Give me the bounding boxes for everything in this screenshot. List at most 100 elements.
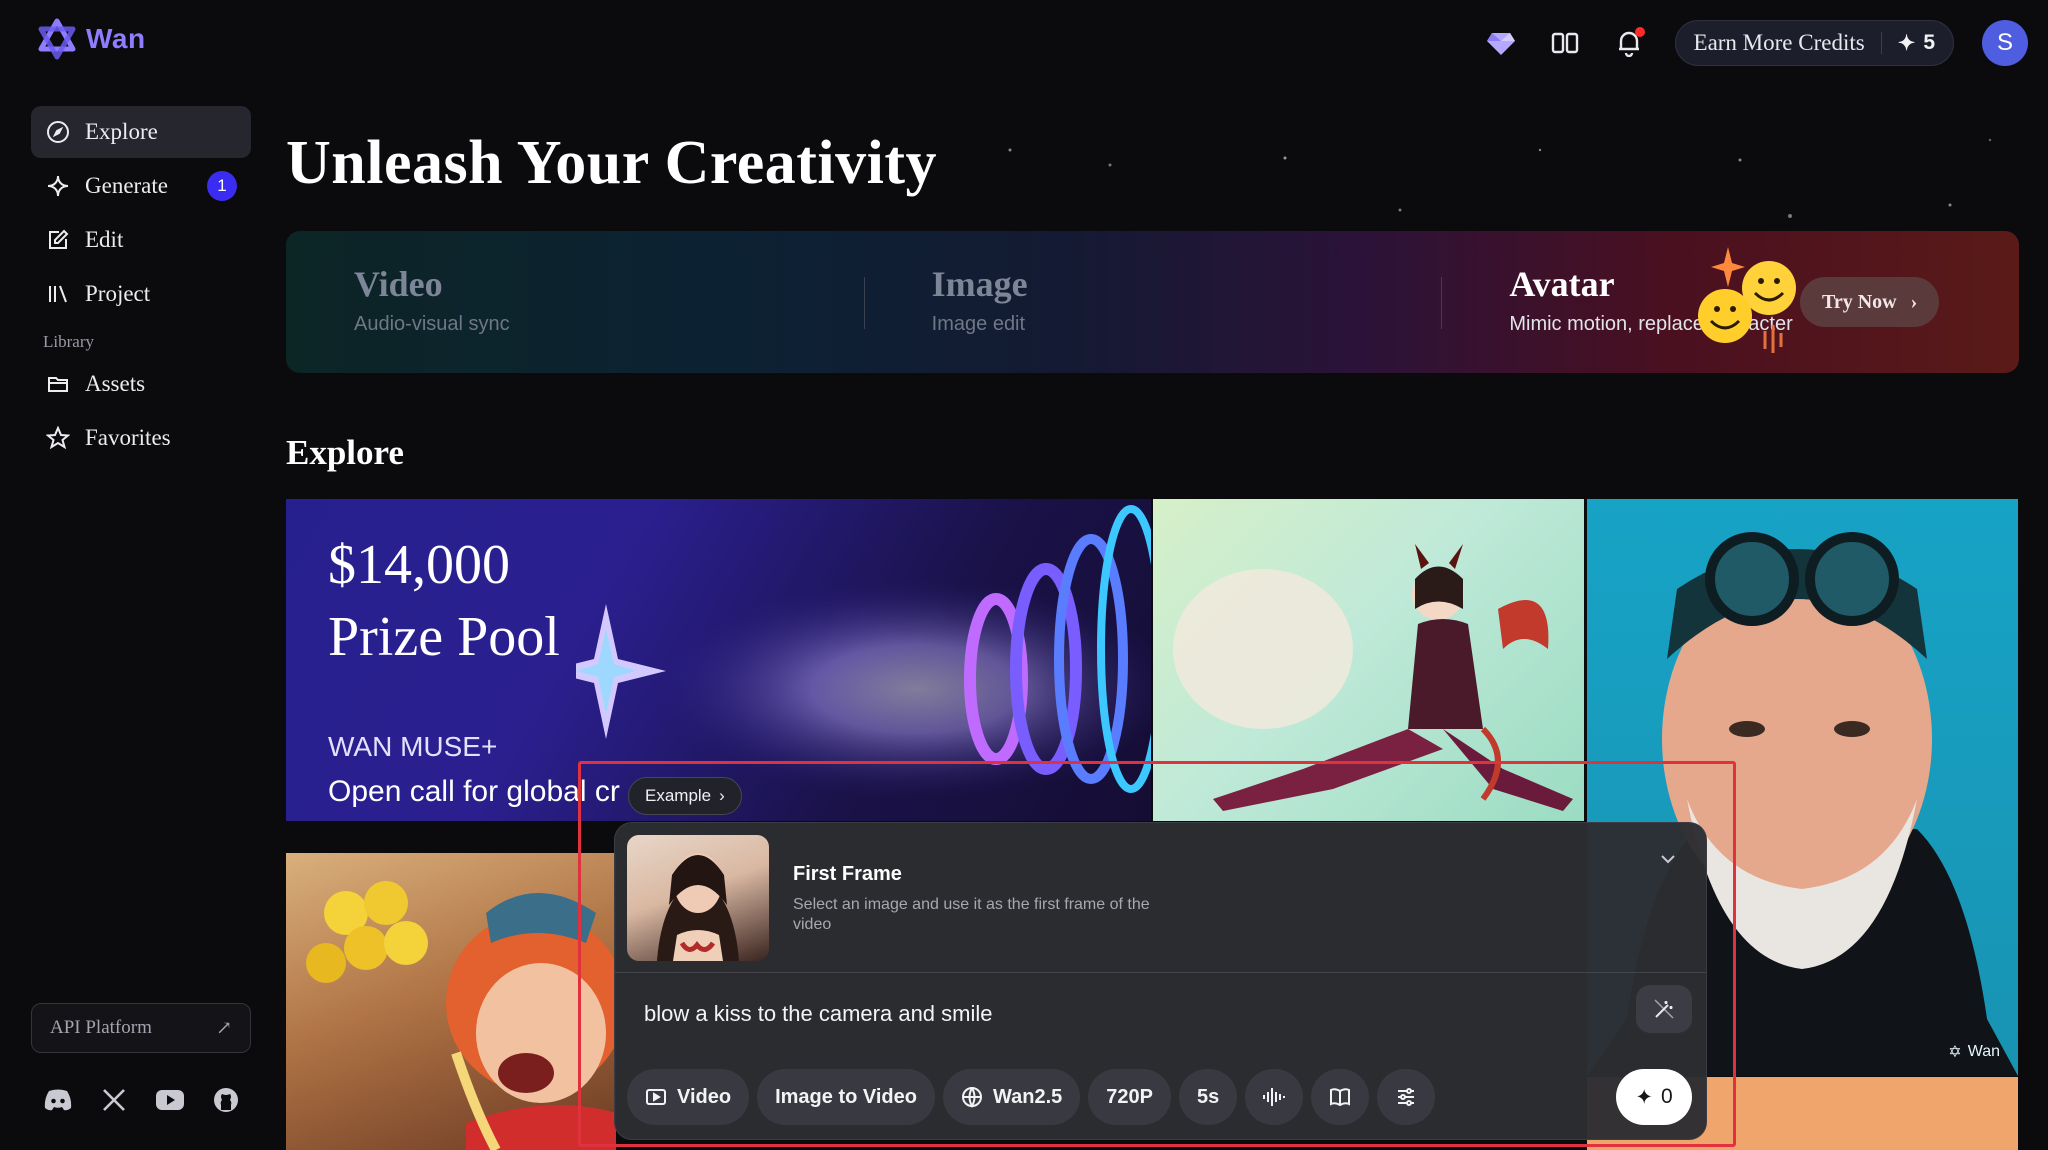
external-link-icon: ↗: [216, 1017, 232, 1039]
logo[interactable]: Wan: [36, 18, 146, 60]
sidebar: Explore Generate 1 Edit Project Library …: [31, 106, 251, 466]
watermark-text: Wan: [1967, 1043, 2000, 1060]
feature-title: Image: [931, 264, 1028, 304]
earn-credits-button[interactable]: Earn More Credits ✦ 5: [1674, 20, 1954, 66]
chevron-right-icon: ›: [719, 786, 725, 805]
sidebar-item-project[interactable]: Project: [31, 268, 251, 320]
prompt-guide-button[interactable]: [1311, 1069, 1370, 1125]
edit-icon: [45, 227, 71, 253]
prompt-panel: First Frame Select an image and use it a…: [614, 822, 1707, 1140]
prize-pool-label: Prize Pool: [328, 606, 560, 668]
model-label: Wan2.5: [992, 1085, 1063, 1108]
wan-watermark: ✡ Wan: [1948, 1042, 2000, 1062]
x-icon[interactable]: [98, 1084, 130, 1116]
smiley-emoji-decoration: [1698, 247, 1796, 353]
wan-gem-icon[interactable]: [1483, 25, 1519, 61]
wan-logo-icon: [38, 18, 76, 60]
github-icon[interactable]: [210, 1084, 242, 1116]
sidebar-item-label: Edit: [85, 227, 124, 252]
sidebar-item-generate[interactable]: Generate 1: [31, 160, 251, 212]
social-links: [42, 1084, 242, 1116]
resolution-label: 720P: [1106, 1085, 1153, 1108]
sidebar-item-label: Assets: [85, 371, 146, 396]
sidebar-item-label: Project: [85, 281, 151, 306]
gallery-tile-cartoon-boy[interactable]: [286, 853, 616, 1150]
example-label: Example: [645, 786, 712, 805]
prize-text: $14,000 Prize Pool: [328, 533, 560, 669]
model-selector[interactable]: Wan2.5: [942, 1069, 1081, 1125]
portrait-woman-image: [657, 853, 739, 961]
mode-label: Video: [677, 1085, 732, 1108]
sparkle-icon: ✦: [1635, 1085, 1653, 1109]
generate-count-badge: 1: [207, 171, 237, 201]
cartoon-boy-image: [306, 881, 616, 1150]
earn-credits-label: Earn More Credits: [1693, 30, 1865, 55]
user-avatar[interactable]: S: [1982, 20, 2028, 66]
promo-tile[interactable]: $14,000 Prize Pool WAN MUSE+ Open call f…: [286, 499, 1151, 821]
app-name: Wan: [86, 23, 146, 54]
youtube-icon[interactable]: [154, 1084, 186, 1116]
discord-icon[interactable]: [42, 1084, 74, 1116]
sidebar-item-explore[interactable]: Explore: [31, 106, 251, 158]
top-bar-actions: Earn More Credits ✦ 5 S: [1483, 20, 2028, 66]
sidebar-item-assets[interactable]: Assets: [31, 358, 251, 410]
feature-subtitle: Image edit: [931, 313, 1026, 335]
mode-selector[interactable]: Video: [627, 1069, 750, 1125]
enhance-prompt-button[interactable]: [1636, 985, 1692, 1033]
task-label: Image to Video: [775, 1085, 917, 1108]
feature-image[interactable]: Image Image edit: [863, 231, 1442, 373]
folder-icon: [45, 371, 71, 397]
wan-logo-icon: ✡: [1948, 1044, 1962, 1061]
bell-icon[interactable]: [1611, 25, 1647, 61]
magic-wand-icon: [1654, 999, 1674, 1019]
feature-subtitle: Audio-visual sync: [354, 313, 510, 335]
library-section-label: Library: [43, 332, 94, 351]
compass-icon: [45, 119, 71, 145]
prompt-toolbar: Video Image to Video Wan2.5 720P 5s: [627, 1069, 1436, 1125]
globe-icon: [961, 1087, 982, 1108]
sidebar-item-label: Explore: [85, 119, 158, 144]
glowing-rings-graphic: [576, 505, 1151, 799]
open-book-icon: [1330, 1088, 1351, 1107]
devil-illustration-image: [1173, 544, 1573, 811]
waveform-icon: [1263, 1088, 1286, 1106]
first-frame-description: Select an image and use it as the first …: [793, 896, 1150, 933]
audio-button[interactable]: [1245, 1069, 1304, 1125]
duration-selector[interactable]: 5s: [1178, 1069, 1238, 1125]
chevron-down-icon[interactable]: [1660, 851, 1676, 869]
prize-amount: $14,000: [328, 534, 510, 596]
try-now-button[interactable]: Try Now ›: [1800, 277, 1940, 327]
library-icon: [45, 281, 71, 307]
task-selector[interactable]: Image to Video: [757, 1069, 935, 1125]
example-button[interactable]: Example ›: [628, 777, 742, 815]
video-icon: [646, 1089, 666, 1105]
book-icon[interactable]: [1547, 25, 1583, 61]
prompt-input[interactable]: blow a kiss to the camera and smile: [644, 1001, 993, 1027]
api-platform-button[interactable]: API Platform ↗: [31, 1003, 251, 1053]
settings-sliders-icon: [1398, 1088, 1415, 1106]
sidebar-item-favorites[interactable]: Favorites: [31, 412, 251, 464]
generate-button[interactable]: ✦ 0: [1616, 1069, 1692, 1125]
divider: [1880, 32, 1882, 54]
resolution-selector[interactable]: 720P: [1088, 1069, 1171, 1125]
sidebar-item-label: Generate: [85, 173, 168, 198]
star-icon: [45, 425, 71, 451]
event-name: WAN MUSE+: [328, 731, 498, 762]
api-platform-label: API Platform: [50, 1017, 152, 1038]
chevron-right-icon: ›: [1910, 290, 1918, 313]
try-now-label: Try Now: [1822, 290, 1897, 313]
settings-button[interactable]: [1377, 1069, 1436, 1125]
first-frame-title: First Frame: [793, 863, 902, 885]
generate-cost: 0: [1660, 1085, 1673, 1108]
sidebar-item-edit[interactable]: Edit: [31, 214, 251, 266]
sidebar-item-label: Favorites: [85, 425, 171, 450]
notification-dot: [1634, 27, 1645, 37]
page-title: Unleash Your Creativity: [286, 129, 938, 197]
feature-video[interactable]: Video Audio-visual sync: [286, 231, 864, 373]
starfield-decoration: [1008, 138, 1992, 218]
duration-label: 5s: [1196, 1085, 1220, 1108]
first-frame-thumbnail[interactable]: [627, 835, 769, 961]
first-frame-section[interactable]: First Frame Select an image and use it a…: [615, 823, 1706, 973]
explore-heading: Explore: [286, 433, 404, 472]
gallery-tile-devil-art[interactable]: [1153, 499, 1584, 821]
